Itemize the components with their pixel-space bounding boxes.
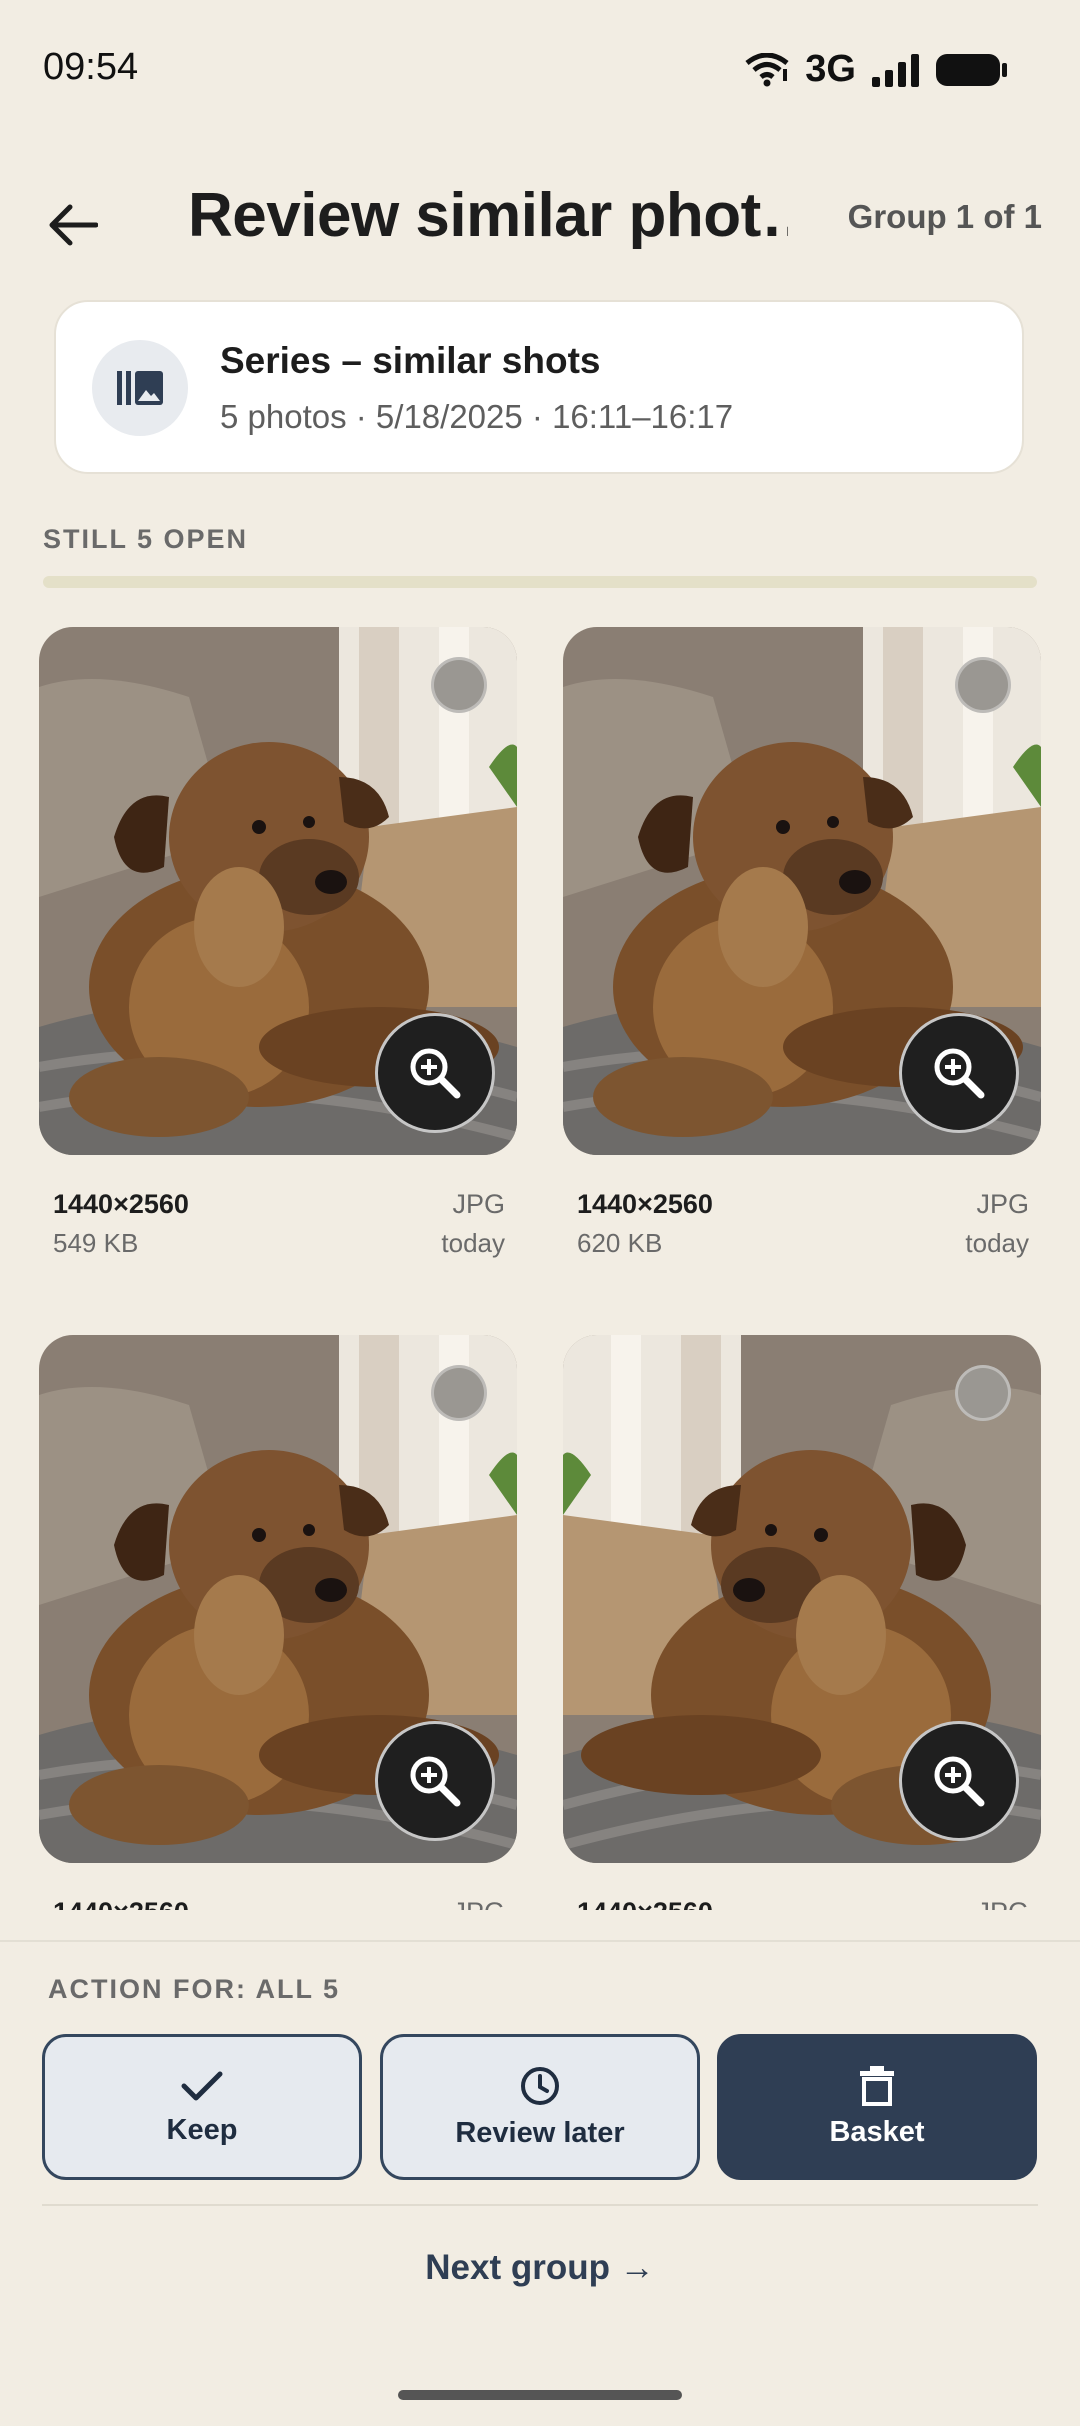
photo-resolution: 1440×2560 (53, 1189, 189, 1219)
select-checkbox[interactable] (955, 657, 1011, 713)
zoom-in-icon (410, 1756, 461, 1807)
select-checkbox[interactable] (431, 657, 487, 713)
photo-card[interactable]: 1440×2560 JPG 549 KB today (39, 627, 517, 1265)
battery-icon (936, 53, 1007, 86)
zoom-button[interactable] (899, 1721, 1019, 1841)
open-count-label: STILL 5 OPEN (43, 524, 249, 554)
network-type: 3G (805, 48, 856, 90)
basket-label: Basket (829, 2115, 925, 2148)
zoom-button[interactable] (375, 1013, 495, 1133)
photo-thumbnail[interactable] (39, 627, 517, 1155)
wifi-icon (745, 52, 789, 86)
select-checkbox[interactable] (431, 1365, 487, 1421)
status-icons: 3G (745, 48, 1008, 91)
progress-track (43, 576, 1037, 588)
basket-button[interactable]: Basket (717, 2034, 1037, 2180)
status-bar: 09:54 3G (0, 0, 1080, 140)
photo-card[interactable]: 1440×2560 JPG 620 KB today (563, 627, 1041, 1265)
zoom-in-icon (410, 1048, 461, 1099)
series-meta: 5 photos · 5/18/2025 · 16:11–16:17 (220, 398, 734, 435)
photo-format: JPG (976, 1189, 1029, 1219)
photo-thumbnail[interactable] (563, 627, 1041, 1155)
review-later-button[interactable]: Review later (380, 2034, 700, 2180)
photo-info: 1440×2560 JPG 549 KB today (39, 1155, 517, 1265)
photo-thumbnail[interactable] (563, 1335, 1041, 1863)
clock-icon (521, 2066, 559, 2105)
zoom-button[interactable] (375, 1721, 495, 1841)
photo-size: 620 KB (577, 1228, 663, 1258)
check-icon (181, 2071, 223, 2100)
photo-resolution: 1440×2560 (53, 1897, 189, 1910)
series-avatar (92, 340, 188, 436)
header: Review similar phot… Group 1 of 1 (0, 170, 1080, 290)
photo-thumbnail[interactable] (39, 1335, 517, 1863)
photo-info: 1440×2560 JPG (39, 1863, 517, 1910)
next-group-link[interactable]: Next group → (0, 2248, 1080, 2288)
series-title: Series – similar shots (220, 340, 601, 381)
page-title: Review similar phot… (188, 181, 788, 250)
trash-icon (860, 2065, 894, 2106)
photo-resolution: 1440×2560 (577, 1189, 713, 1219)
zoom-in-icon (934, 1756, 985, 1807)
photo-date: today (441, 1228, 505, 1258)
photo-card[interactable]: 1440×2560 JPG (563, 1335, 1041, 1910)
signal-icon (872, 53, 919, 87)
photo-format: JPG (452, 1897, 505, 1910)
photo-format: JPG (976, 1897, 1029, 1910)
arrow-left-icon (49, 204, 98, 246)
photo-card[interactable]: 1440×2560 JPG (39, 1335, 517, 1910)
home-indicator[interactable] (398, 2390, 682, 2400)
photo-format: JPG (452, 1189, 505, 1219)
back-button[interactable] (40, 192, 106, 258)
zoom-in-icon (934, 1048, 985, 1099)
photo-info: 1440×2560 JPG 620 KB today (563, 1155, 1041, 1265)
photo-library-icon (117, 371, 163, 405)
photo-resolution: 1440×2560 (577, 1897, 713, 1910)
photo-date: today (965, 1228, 1029, 1258)
action-label: ACTION FOR: ALL 5 (48, 1974, 340, 2004)
keep-button[interactable]: Keep (42, 2034, 362, 2180)
group-indicator: Group 1 of 1 (847, 198, 1042, 235)
photo-size: 549 KB (53, 1228, 139, 1258)
series-card: Series – similar shots 5 photos · 5/18/2… (54, 300, 1024, 474)
action-panel: ACTION FOR: ALL 5 Keep Review later Bask… (0, 1940, 1080, 2426)
select-checkbox[interactable] (955, 1365, 1011, 1421)
photo-info: 1440×2560 JPG (563, 1863, 1041, 1910)
divider (42, 2204, 1038, 2206)
keep-label: Keep (166, 2113, 238, 2146)
review-later-label: Review later (455, 2116, 625, 2149)
zoom-button[interactable] (899, 1013, 1019, 1133)
status-time: 09:54 (43, 46, 139, 88)
photo-grid[interactable]: 1440×2560 JPG 549 KB today 1440×2560 JPG… (0, 620, 1080, 1910)
